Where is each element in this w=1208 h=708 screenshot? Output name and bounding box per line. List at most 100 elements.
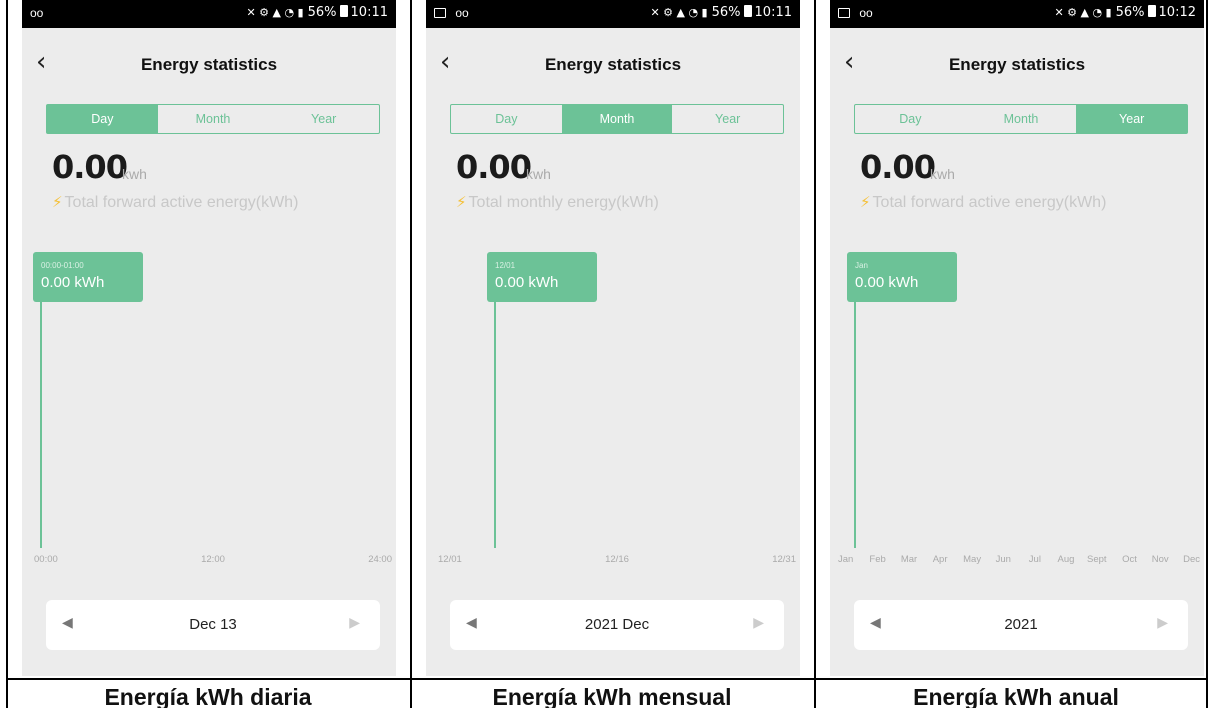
description-text: Total forward active energy(kWh) xyxy=(872,194,1107,211)
divider xyxy=(410,0,412,708)
tooltip-value: 0.00 kWh xyxy=(495,274,559,291)
x-tick-label: Oct xyxy=(1122,554,1137,565)
tab-month[interactable]: Month xyxy=(158,105,269,133)
tab-month[interactable]: Month xyxy=(561,105,673,133)
status-bar: oo ✕ ⚙ ▲ ◔ ▮ 56% 10:11 xyxy=(22,0,396,28)
x-tick-label: Jan xyxy=(838,554,854,565)
tab-month[interactable]: Month xyxy=(966,105,1077,133)
picker-value: Dec 13 xyxy=(189,616,237,633)
signal-icons: ✕ ⚙ ▲ ◔ ▮ xyxy=(650,6,708,19)
voicemail-icon: oo xyxy=(30,6,44,20)
energy-unit: kwh xyxy=(930,166,955,182)
battery-icon xyxy=(339,5,348,17)
lightning-bolt-icon: ⚡ xyxy=(860,193,871,211)
voicemail-icon: oo xyxy=(859,6,873,20)
chart-tooltip: 12/01 0.00 kWh xyxy=(487,252,597,302)
x-tick-label: 12/31 xyxy=(772,554,796,565)
status-time: 10:11 xyxy=(350,5,388,20)
date-picker: ◀ 2021 Dec ▶ xyxy=(450,600,784,650)
x-tick-label: 00:00 xyxy=(34,554,58,565)
date-picker: ◀ 2021 ▶ xyxy=(854,600,1188,650)
phone-screen: oo ✕ ⚙ ▲ ◔ ▮ 56% 10:12 ‹ Energy statistics… xyxy=(830,0,1204,676)
picker-value: 2021 Dec xyxy=(584,616,650,633)
battery-icon xyxy=(1147,5,1156,17)
energy-description: ⚡ Total forward active energy(kWh) xyxy=(52,193,298,212)
chart-cursor-line xyxy=(494,302,496,548)
figure-caption: Energía kWh mensual xyxy=(492,684,732,708)
page-title: Energy statistics xyxy=(140,55,278,74)
x-tick-label: 24:00 xyxy=(368,554,392,565)
triangle-right-icon[interactable]: ▶ xyxy=(753,615,764,631)
energy-unit: kwh xyxy=(122,166,147,182)
x-tick-label: Aug xyxy=(1057,554,1075,565)
battery-icon xyxy=(743,5,752,17)
chart-x-axis: Jan Feb Mar Apr May Jun Jul Aug Sept Oct Nov Dec xyxy=(838,554,1200,568)
energy-unit: kwh xyxy=(526,166,551,182)
phone-screen: oo ✕ ⚙ ▲ ◔ ▮ 56% 10:11 ‹ Energy statistics… xyxy=(426,0,800,676)
picker-value: 2021 xyxy=(1004,616,1038,633)
x-tick-label: Jun xyxy=(995,554,1011,565)
status-bar: oo ✕ ⚙ ▲ ◔ ▮ 56% 10:12 xyxy=(830,0,1204,28)
tab-day[interactable]: Day xyxy=(855,105,966,133)
phone-screen: oo ✕ ⚙ ▲ ◔ ▮ 56% 10:11 ‹ Energy statistics… xyxy=(22,0,396,676)
nav-bar: ‹ Energy statistics xyxy=(22,40,396,84)
status-right: ✕ ⚙ ▲ ◔ ▮ 56% 10:12 xyxy=(1054,5,1196,20)
status-time: 10:11 xyxy=(754,5,792,20)
x-tick-label: Jul xyxy=(1028,554,1041,565)
energy-description: ⚡ Total forward active energy(kWh) xyxy=(860,193,1106,212)
date-picker: ◀ Dec 13 ▶ xyxy=(46,600,380,650)
tab-day[interactable]: Day xyxy=(451,105,562,133)
figure-caption: Energía kWh anual xyxy=(913,684,1119,708)
nav-bar: ‹ Energy statistics xyxy=(830,40,1204,84)
description-text: Total monthly energy(kWh) xyxy=(468,194,659,211)
divider xyxy=(814,0,816,708)
signal-icons: ✕ ⚙ ▲ ◔ ▮ xyxy=(1054,6,1112,19)
caption-divider xyxy=(6,678,1208,680)
tooltip-value: 0.00 kWh xyxy=(41,274,105,291)
status-left: oo xyxy=(838,6,873,20)
chart-tooltip: 00:00-01:00 0.00 kWh xyxy=(33,252,143,302)
voicemail-icon: oo xyxy=(455,6,469,20)
tooltip-label: 12/01 xyxy=(495,261,516,270)
x-tick-label: 12/16 xyxy=(605,554,629,565)
tab-year[interactable]: Year xyxy=(268,105,379,133)
period-tabs: Day Month Year xyxy=(46,104,380,134)
tooltip-label: Jan xyxy=(855,261,868,270)
triangle-right-icon[interactable]: ▶ xyxy=(1157,615,1168,631)
page-title: Energy statistics xyxy=(544,55,682,74)
tab-year[interactable]: Year xyxy=(1076,105,1188,133)
energy-total-value: 0.00 xyxy=(52,148,128,186)
signal-icons: ✕ ⚙ ▲ ◔ ▮ xyxy=(246,6,304,19)
energy-description: ⚡ Total monthly energy(kWh) xyxy=(456,193,659,212)
chart-x-axis: 12/01 12/16 12/31 xyxy=(438,554,796,568)
chart-cursor-line xyxy=(854,302,856,548)
tooltip-label: 00:00-01:00 xyxy=(41,261,84,270)
status-time: 10:12 xyxy=(1158,5,1196,20)
x-tick-label: Sept xyxy=(1087,554,1107,565)
status-left: oo xyxy=(30,6,43,20)
x-tick-label: Feb xyxy=(869,554,886,565)
period-tabs: Day Month Year xyxy=(854,104,1188,134)
lightning-bolt-icon: ⚡ xyxy=(52,193,63,211)
status-right: ✕ ⚙ ▲ ◔ ▮ 56% 10:11 xyxy=(246,5,388,20)
tab-year[interactable]: Year xyxy=(672,105,783,133)
page-title: Energy statistics xyxy=(948,55,1086,74)
figure-caption: Energía kWh diaria xyxy=(104,684,312,708)
image-icon xyxy=(838,8,850,18)
nav-bar: ‹ Energy statistics xyxy=(426,40,800,84)
x-tick-label: Apr xyxy=(932,554,948,565)
triangle-right-icon[interactable]: ▶ xyxy=(349,615,360,631)
x-tick-label: Nov xyxy=(1151,554,1169,565)
chart-x-axis: 00:00 12:00 24:00 xyxy=(34,554,392,568)
x-tick-label: Dec xyxy=(1183,554,1200,565)
lightning-bolt-icon: ⚡ xyxy=(456,193,467,211)
battery-percent: 56% xyxy=(307,5,337,20)
image-icon xyxy=(434,8,446,18)
chart-tooltip: Jan 0.00 kWh xyxy=(847,252,957,302)
tab-day[interactable]: Day xyxy=(47,105,158,133)
x-tick-label: May xyxy=(963,554,982,565)
tooltip-value: 0.00 kWh xyxy=(855,274,919,291)
status-left: oo xyxy=(434,6,469,20)
energy-total-value: 0.00 xyxy=(860,148,936,186)
energy-total-value: 0.00 xyxy=(456,148,532,186)
